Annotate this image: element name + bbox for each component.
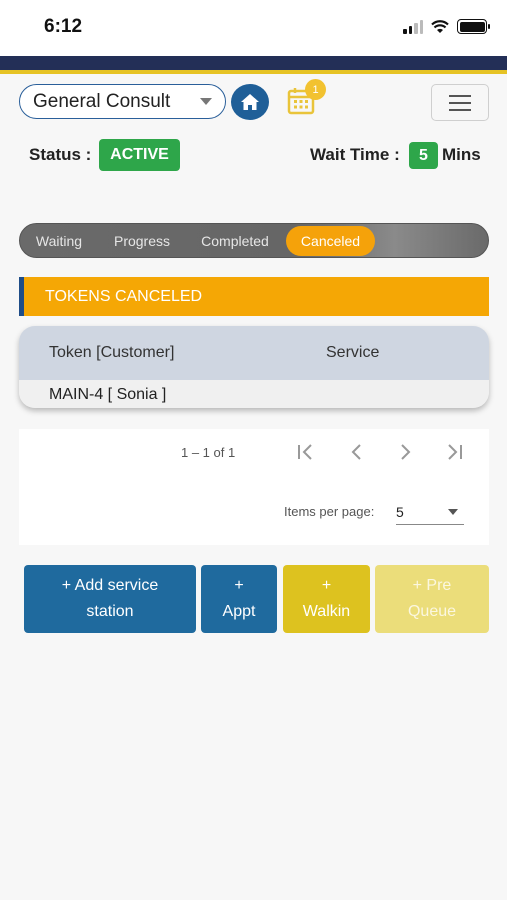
add-appointment-button[interactable]: + Appt bbox=[201, 565, 277, 633]
clock-time: 6:12 bbox=[44, 16, 83, 37]
home-icon bbox=[241, 94, 259, 110]
button-line-1: + bbox=[234, 577, 244, 594]
token-status-tabs: Waiting Progress Completed Canceled bbox=[19, 223, 489, 258]
paginator: 1 – 1 of 1 Items per page: 5 bbox=[19, 429, 489, 545]
token-cell: MAIN-4 [ Sonia ] bbox=[49, 386, 167, 403]
button-line-2: Walkin bbox=[302, 603, 351, 620]
status-icons bbox=[403, 19, 490, 34]
wait-time-label: Wait Time : bbox=[310, 145, 400, 164]
tab-canceled[interactable]: Canceled bbox=[286, 226, 375, 256]
status-label: Status : bbox=[29, 145, 92, 164]
brand-bar bbox=[0, 56, 507, 74]
add-service-station-button[interactable]: + Add service station bbox=[24, 565, 196, 633]
wait-time-unit: Mins bbox=[442, 145, 481, 164]
status-badge: ACTIVE bbox=[99, 139, 180, 171]
hamburger-menu-icon bbox=[449, 94, 471, 97]
column-header-token: Token [Customer] bbox=[49, 344, 175, 361]
tab-completed[interactable]: Completed bbox=[192, 226, 278, 256]
tab-waiting[interactable]: Waiting bbox=[26, 226, 92, 256]
hamburger-menu-button[interactable] bbox=[431, 84, 489, 121]
column-header-service: Service bbox=[326, 344, 380, 361]
next-page-button[interactable] bbox=[393, 442, 417, 462]
wifi-icon bbox=[431, 19, 449, 33]
home-button[interactable] bbox=[231, 84, 269, 120]
chevron-right-icon bbox=[401, 444, 411, 460]
chevron-down-icon bbox=[200, 98, 212, 105]
tab-progress[interactable]: Progress bbox=[106, 226, 178, 256]
department-select-value: General Consult bbox=[33, 90, 171, 112]
wait-time-value: 5 bbox=[409, 142, 438, 169]
battery-icon bbox=[457, 19, 490, 34]
last-page-icon bbox=[448, 444, 462, 460]
add-walkin-button[interactable]: + Walkin bbox=[283, 565, 370, 633]
table-row[interactable]: MAIN-4 [ Sonia ] bbox=[19, 380, 489, 408]
first-page-button[interactable] bbox=[295, 442, 319, 462]
button-line-2: station bbox=[86, 603, 134, 620]
button-line-2: Queue bbox=[407, 603, 457, 620]
department-select[interactable]: General Consult bbox=[19, 84, 226, 119]
button-line-1: + Add service bbox=[61, 577, 159, 594]
items-per-page-value: 5 bbox=[396, 504, 404, 520]
first-page-icon bbox=[298, 444, 312, 460]
chevron-down-icon bbox=[448, 509, 458, 515]
table-header: Token [Customer] Service bbox=[19, 326, 489, 380]
items-per-page-label: Items per page: bbox=[284, 504, 375, 519]
tokens-table: Token [Customer] Service MAIN-4 [ Sonia … bbox=[19, 326, 489, 408]
chevron-left-icon bbox=[351, 444, 361, 460]
button-line-1: + Pre bbox=[412, 577, 452, 594]
cellular-signal-icon bbox=[403, 19, 423, 34]
device-status-bar: 6:12 bbox=[0, 0, 507, 56]
page-range-label: 1 – 1 of 1 bbox=[181, 445, 236, 460]
button-line-2: Appt bbox=[222, 603, 256, 620]
add-pre-queue-button[interactable]: + Pre Queue bbox=[375, 565, 489, 633]
last-page-button[interactable] bbox=[441, 442, 465, 462]
previous-page-button[interactable] bbox=[345, 442, 369, 462]
section-title: TOKENS CANCELED bbox=[19, 277, 489, 316]
items-per-page-select[interactable]: 5 bbox=[396, 501, 464, 525]
calendar-count-badge: 1 bbox=[305, 79, 326, 100]
button-line-1: + bbox=[321, 577, 332, 594]
